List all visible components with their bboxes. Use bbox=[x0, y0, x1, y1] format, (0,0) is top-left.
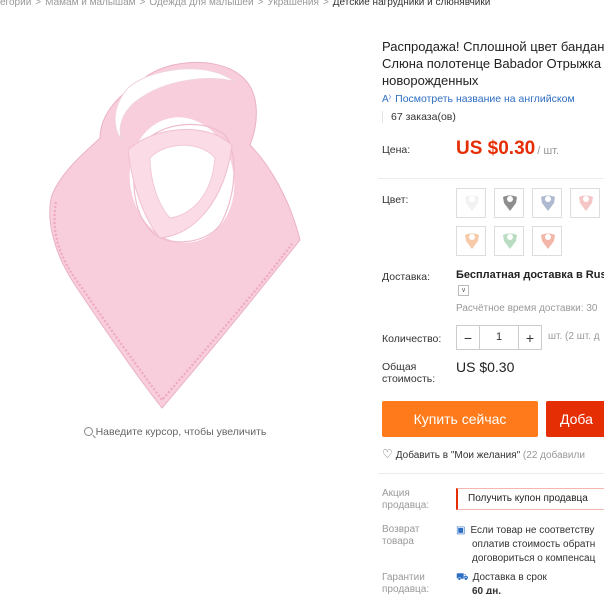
bib-thumbnail bbox=[465, 233, 479, 249]
bib-thumbnail bbox=[579, 195, 593, 211]
promotion-label: Акция продавца: bbox=[382, 488, 430, 511]
total-label: Общая стоимость: bbox=[382, 361, 436, 385]
delivery-truck-icon: ⛟ bbox=[456, 572, 469, 583]
price-value: US $0.30 bbox=[456, 138, 536, 159]
quantity-label: Количество: bbox=[382, 333, 442, 345]
quantity-input[interactable]: 1 bbox=[479, 326, 519, 349]
divider bbox=[378, 473, 604, 474]
color-swatch[interactable] bbox=[532, 226, 562, 256]
price-unit: / шт. bbox=[537, 145, 560, 157]
total-value: US $0.30 bbox=[456, 359, 515, 375]
quantity-stepper: − 1 + bbox=[456, 325, 542, 350]
shipping-estimate: Расчётное время доставки: 30 bbox=[456, 303, 598, 314]
bib-thumbnail bbox=[503, 195, 517, 211]
add-to-wishlist-link[interactable]: ♡ Добавить в "Мои желания" (22 добавили bbox=[382, 447, 585, 461]
color-swatch[interactable] bbox=[456, 188, 486, 218]
color-swatch[interactable] bbox=[494, 226, 524, 256]
chevron-down-icon[interactable]: ∨ bbox=[458, 285, 469, 296]
return-icon: ▣ bbox=[456, 525, 466, 536]
breadcrumb-item[interactable]: Украшения bbox=[267, 0, 319, 8]
breadcrumb-item[interactable]: Мамам и малышам bbox=[45, 0, 135, 8]
color-label: Цвет: bbox=[382, 194, 409, 206]
zoom-hint: Наведите курсор, чтобы увеличить bbox=[0, 426, 350, 438]
return-policy: ▣ Если товар не соответству оплатив стоим… bbox=[456, 525, 596, 564]
product-image[interactable] bbox=[0, 30, 350, 410]
add-to-cart-button[interactable]: Доба bbox=[546, 401, 604, 437]
magnifier-icon bbox=[83, 427, 93, 436]
get-coupon-button[interactable]: Получить купон продавца bbox=[456, 488, 604, 510]
heart-icon: ♡ bbox=[382, 447, 393, 461]
seller-guarantee: ⛟ Доставка в срок 60 дн. bbox=[456, 572, 547, 594]
price-label: Цена: bbox=[382, 144, 411, 156]
product-info: Распродажа! Сплошной цвет бандан Слюна п… bbox=[378, 38, 604, 594]
bib-thumbnail bbox=[503, 233, 517, 249]
orders-count: 67 заказа(ов) bbox=[382, 111, 604, 123]
color-swatch[interactable] bbox=[494, 188, 524, 218]
bib-thumbnail bbox=[541, 195, 555, 211]
breadcrumb-item[interactable]: егории bbox=[0, 0, 31, 8]
price: US $0.30/ шт. bbox=[456, 138, 559, 160]
color-swatch[interactable] bbox=[570, 188, 600, 218]
guarantee-label: Гарантии продавца: bbox=[382, 572, 430, 594]
translate-icon: A⁾ bbox=[382, 94, 392, 105]
quantity-available: шт. (2 шт. д bbox=[548, 331, 600, 342]
translate-title-link[interactable]: A⁾ Посмотреть название на английском bbox=[382, 93, 604, 105]
breadcrumb: егории > Мамам и малышам > Одежда для малыше… bbox=[0, 0, 604, 9]
color-swatch[interactable] bbox=[456, 226, 486, 256]
bib-thumbnail bbox=[465, 195, 479, 211]
breadcrumb-current: Детские нагрудники и слюнявчики bbox=[332, 0, 491, 8]
bib-thumbnail bbox=[541, 233, 555, 249]
breadcrumb-item[interactable]: Одежда для малышей bbox=[149, 0, 253, 8]
product-title: Распродажа! Сплошной цвет бандан Слюна п… bbox=[382, 39, 604, 88]
bandana-bib-image bbox=[49, 61, 301, 409]
color-swatch[interactable] bbox=[532, 188, 562, 218]
return-label: Возврат товара bbox=[382, 524, 420, 547]
shipping-label: Доставка: bbox=[382, 271, 431, 283]
divider bbox=[378, 178, 604, 179]
shipping-value[interactable]: Бесплатная доставка в Russi bbox=[456, 269, 604, 281]
decrement-button[interactable]: − bbox=[457, 330, 479, 346]
increment-button[interactable]: + bbox=[519, 330, 541, 346]
buy-now-button[interactable]: Купить сейчас bbox=[382, 401, 538, 437]
